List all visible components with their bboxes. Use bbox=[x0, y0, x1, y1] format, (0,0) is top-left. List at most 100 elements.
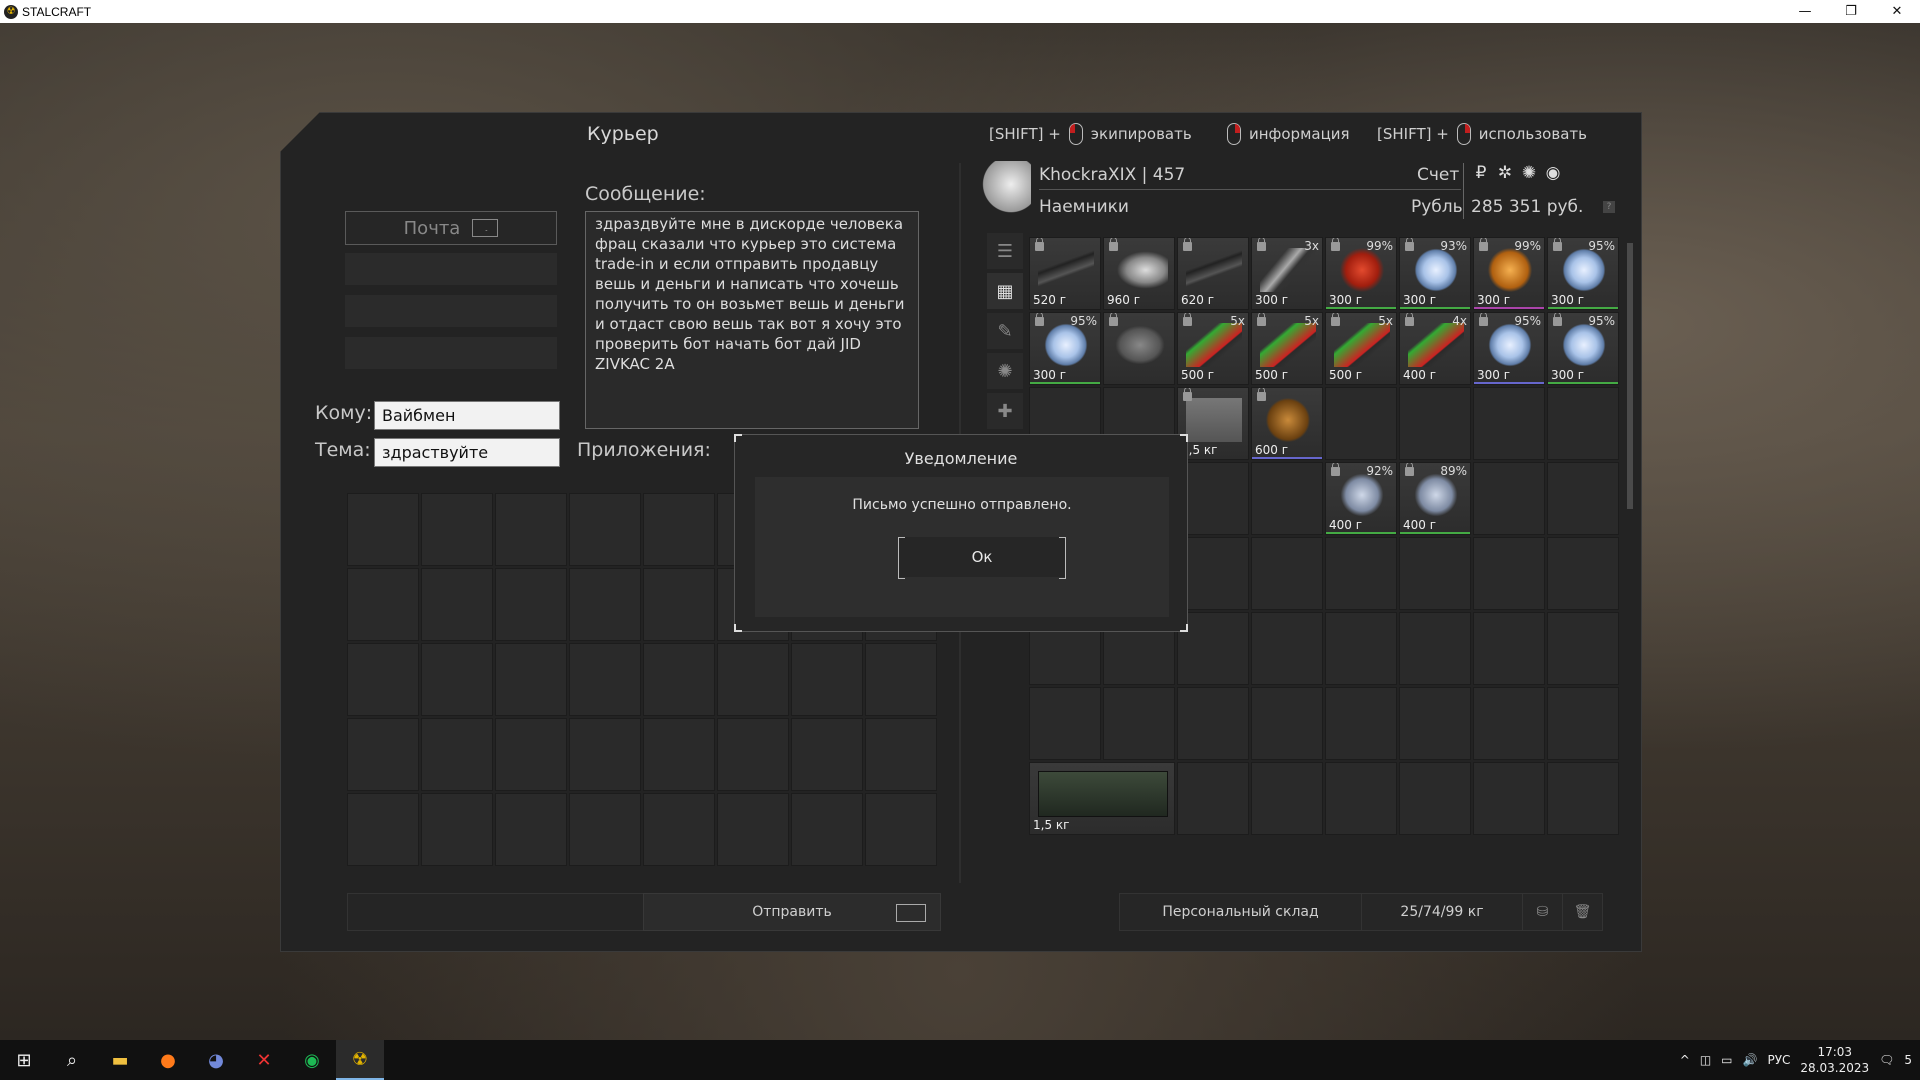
attachment-slot[interactable] bbox=[347, 568, 419, 641]
inventory-slot[interactable] bbox=[1473, 762, 1545, 835]
spotify-icon[interactable]: ◉ bbox=[288, 1040, 336, 1080]
inventory-slot[interactable] bbox=[1251, 687, 1323, 760]
inventory-item[interactable]: 5x 500 г bbox=[1325, 312, 1397, 385]
inventory-item[interactable]: 99% 300 г bbox=[1473, 237, 1545, 310]
volume-icon[interactable]: 🔊 bbox=[1743, 1053, 1758, 1067]
attachment-slot[interactable] bbox=[347, 793, 419, 866]
inventory-slot[interactable] bbox=[1547, 687, 1619, 760]
inventory-item[interactable]: 99% 300 г bbox=[1325, 237, 1397, 310]
inventory-slot[interactable] bbox=[1399, 762, 1471, 835]
windows-start-icon[interactable]: ⊞ bbox=[0, 1040, 48, 1080]
inventory-slot[interactable] bbox=[1103, 687, 1175, 760]
attachment-slot[interactable] bbox=[569, 718, 641, 791]
list-view-icon[interactable]: ☰ bbox=[987, 233, 1023, 269]
inventory-item[interactable]: 93% 300 г bbox=[1399, 237, 1471, 310]
inventory-item[interactable]: 5x 500 г bbox=[1251, 312, 1323, 385]
attachment-slot[interactable] bbox=[791, 718, 863, 791]
artifacts-tab-icon[interactable]: ✺ bbox=[987, 353, 1023, 389]
attachment-slot[interactable] bbox=[717, 643, 789, 716]
inventory-slot[interactable] bbox=[1251, 612, 1323, 685]
attachment-slot[interactable] bbox=[495, 493, 567, 566]
attachment-slot[interactable] bbox=[865, 793, 937, 866]
inventory-slot[interactable] bbox=[1473, 687, 1545, 760]
attachment-slot[interactable] bbox=[569, 793, 641, 866]
inventory-slot[interactable] bbox=[1473, 387, 1545, 460]
firefox-icon[interactable]: ● bbox=[144, 1040, 192, 1080]
inventory-slot[interactable] bbox=[1325, 537, 1397, 610]
minimize-button[interactable]: — bbox=[1782, 0, 1828, 23]
inventory-item[interactable]: 620 г bbox=[1177, 237, 1249, 310]
inventory-item[interactable] bbox=[1103, 312, 1175, 385]
mail-list-slot[interactable] bbox=[345, 337, 557, 369]
inventory-slot[interactable] bbox=[1325, 387, 1397, 460]
inventory-slot[interactable] bbox=[1547, 612, 1619, 685]
attachment-slot[interactable] bbox=[717, 793, 789, 866]
badge-currency-icon[interactable]: ◉ bbox=[1543, 163, 1563, 183]
inventory-slot[interactable] bbox=[1177, 762, 1249, 835]
mail-list-slot[interactable] bbox=[345, 253, 557, 285]
attachment-slot[interactable] bbox=[643, 493, 715, 566]
attachment-slot[interactable] bbox=[643, 718, 715, 791]
discord-icon[interactable]: ◕ bbox=[192, 1040, 240, 1080]
inventory-slot[interactable] bbox=[1029, 687, 1101, 760]
inventory-slot[interactable] bbox=[1399, 387, 1471, 460]
attachment-slot[interactable] bbox=[643, 568, 715, 641]
attachment-slot[interactable] bbox=[865, 643, 937, 716]
medkit-tab-icon[interactable]: ✚ bbox=[987, 393, 1023, 429]
inventory-slot[interactable] bbox=[1399, 687, 1471, 760]
personal-storage-button[interactable]: Персональный склад bbox=[1120, 894, 1362, 930]
inventory-item[interactable]: 95% 300 г bbox=[1547, 237, 1619, 310]
attachment-slot[interactable] bbox=[421, 718, 493, 791]
inventory-slot[interactable] bbox=[1399, 612, 1471, 685]
attachment-slot[interactable] bbox=[569, 493, 641, 566]
tray-meet-icon[interactable]: ◫ bbox=[1700, 1053, 1711, 1067]
inventory-slot[interactable] bbox=[1473, 537, 1545, 610]
weapons-tab-icon[interactable]: ✎ bbox=[987, 313, 1023, 349]
attachment-slot[interactable] bbox=[717, 718, 789, 791]
gear-currency-icon[interactable]: ✲ bbox=[1495, 163, 1515, 183]
attachment-slot[interactable] bbox=[569, 568, 641, 641]
attachment-slot[interactable] bbox=[347, 643, 419, 716]
grid-view-icon[interactable]: ▦ bbox=[987, 273, 1023, 309]
inventory-item[interactable]: 4x 400 г bbox=[1399, 312, 1471, 385]
notifications-icon[interactable]: 🗨 bbox=[1879, 1053, 1894, 1067]
inventory-slot[interactable] bbox=[1325, 687, 1397, 760]
inventory-item-crate[interactable]: 1,5 кг bbox=[1029, 762, 1175, 835]
attachment-slot[interactable] bbox=[495, 718, 567, 791]
attachment-slot[interactable] bbox=[569, 643, 641, 716]
inventory-item[interactable]: 960 г bbox=[1103, 237, 1175, 310]
clock[interactable]: 17:03 28.03.2023 bbox=[1800, 1044, 1869, 1076]
stalcraft-taskbar-icon[interactable]: ☢ bbox=[336, 1040, 384, 1080]
attachment-slot[interactable] bbox=[643, 643, 715, 716]
app-x-icon[interactable]: ✕ bbox=[240, 1040, 288, 1080]
ruble-icon[interactable]: ₽ bbox=[1471, 163, 1491, 183]
inventory-slot[interactable] bbox=[1473, 462, 1545, 535]
backpack-icon[interactable]: ⛁ bbox=[1522, 894, 1562, 930]
inventory-slot[interactable] bbox=[1325, 762, 1397, 835]
inventory-item[interactable]: 600 г bbox=[1251, 387, 1323, 460]
attachment-slot[interactable] bbox=[643, 793, 715, 866]
inventory-item[interactable]: 95% 300 г bbox=[1547, 312, 1619, 385]
attachment-slot[interactable] bbox=[495, 793, 567, 866]
attachment-slot[interactable] bbox=[791, 793, 863, 866]
mail-button[interactable]: Почта bbox=[345, 211, 557, 245]
send-button[interactable]: Отправить bbox=[643, 893, 941, 931]
network-icon[interactable]: ▭ bbox=[1721, 1053, 1732, 1067]
restore-button[interactable]: ❐ bbox=[1828, 0, 1874, 23]
inventory-scrollbar[interactable] bbox=[1627, 243, 1633, 509]
inventory-slot[interactable] bbox=[1399, 537, 1471, 610]
inventory-slot[interactable] bbox=[1251, 537, 1323, 610]
inventory-slot[interactable] bbox=[1547, 462, 1619, 535]
attachment-slot[interactable] bbox=[791, 643, 863, 716]
file-explorer-icon[interactable]: ▬ bbox=[96, 1040, 144, 1080]
tray-chevron-icon[interactable]: ^ bbox=[1680, 1053, 1690, 1067]
close-window-button[interactable]: ✕ bbox=[1874, 0, 1920, 23]
mail-list-slot[interactable] bbox=[345, 295, 557, 327]
to-field[interactable]: Вайбмен bbox=[374, 401, 560, 430]
inventory-slot[interactable] bbox=[1547, 387, 1619, 460]
attachment-slot[interactable] bbox=[495, 643, 567, 716]
inventory-slot[interactable] bbox=[1251, 462, 1323, 535]
search-icon[interactable]: ⌕ bbox=[48, 1040, 96, 1080]
ok-button[interactable]: Ок bbox=[898, 537, 1066, 579]
attachment-slot[interactable] bbox=[421, 568, 493, 641]
